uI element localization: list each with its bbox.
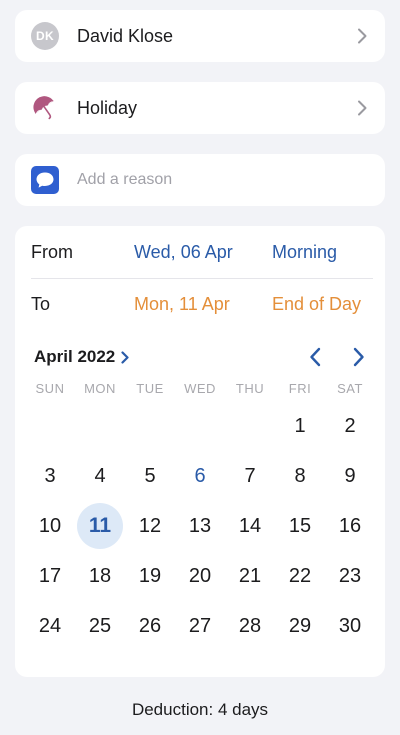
- calendar-day[interactable]: 2: [325, 401, 375, 451]
- calendar-day[interactable]: 22: [275, 551, 325, 601]
- day-number: 3: [44, 464, 56, 487]
- calendar-day[interactable]: 27: [175, 601, 225, 651]
- from-label: From: [31, 241, 73, 262]
- calendar-day[interactable]: 10: [25, 501, 75, 551]
- day-number: 20: [188, 564, 212, 587]
- selected-day[interactable]: 11: [75, 501, 125, 551]
- day-number: 5: [144, 464, 156, 487]
- employee-name: David Klose: [77, 25, 174, 46]
- calendar-day[interactable]: 4: [75, 451, 125, 501]
- day-number: 8: [294, 464, 306, 487]
- calendar-day[interactable]: 21: [225, 551, 275, 601]
- calendar-day[interactable]: 14: [225, 501, 275, 551]
- calendar-grid: 1 2 3 4 5 6 7 8 9 10 11 12 13 14 15 16 17 18 19 20 21 22 23 24 2…: [25, 401, 375, 651]
- calendar-day[interactable]: 8: [275, 451, 325, 501]
- calendar-day[interactable]: 19: [125, 551, 175, 601]
- day-number: 13: [188, 514, 212, 537]
- calendar-header: April 2022: [34, 343, 369, 371]
- calendar-day[interactable]: 24: [25, 601, 75, 651]
- next-month-button[interactable]: [349, 346, 369, 368]
- day-number: 26: [138, 614, 162, 637]
- calendar-day[interactable]: 18: [75, 551, 125, 601]
- to-row[interactable]: To Mon, 11 Apr End of Day: [31, 278, 373, 330]
- chevron-right-icon: [355, 99, 369, 117]
- calendar-day[interactable]: 30: [325, 601, 375, 651]
- day-number: 30: [338, 614, 362, 637]
- chevron-right-icon[interactable]: [121, 350, 129, 364]
- calendar-day[interactable]: 29: [275, 601, 325, 651]
- day-number: 7: [244, 464, 256, 487]
- umbrella-icon: [31, 94, 59, 122]
- weekday-label: FRI: [288, 381, 312, 396]
- to-label: To: [31, 293, 51, 314]
- to-date[interactable]: Mon, 11 Apr: [134, 294, 272, 315]
- deduction-summary: Deduction: 4 days: [131, 700, 269, 719]
- employee-row[interactable]: DK David Klose: [15, 10, 385, 62]
- day-number: 14: [238, 514, 262, 537]
- calendar-day[interactable]: 28: [225, 601, 275, 651]
- day-number: 22: [288, 564, 312, 587]
- avatar: DK: [31, 22, 59, 50]
- message-icon: [31, 166, 59, 194]
- day-number: 12: [138, 514, 162, 537]
- weekday-label: TUE: [136, 381, 164, 396]
- weekday-header: SUN MON TUE WED THU FRI SAT: [25, 381, 375, 396]
- day-number: 18: [88, 564, 112, 587]
- weekday-label: SUN: [35, 381, 65, 396]
- from-date[interactable]: Wed, 06 Apr: [134, 242, 272, 263]
- day-number: 10: [38, 514, 62, 537]
- calendar-day[interactable]: 12: [125, 501, 175, 551]
- to-day-part[interactable]: End of Day: [272, 294, 361, 315]
- calendar-day[interactable]: 17: [25, 551, 75, 601]
- reason-input[interactable]: Add a reason: [77, 171, 172, 189]
- day-number: 15: [288, 514, 312, 537]
- day-number: 29: [288, 614, 312, 637]
- day-number: 6: [194, 464, 206, 487]
- month-title[interactable]: April 2022: [34, 347, 115, 367]
- date-range-card: From Wed, 06 Apr Morning To Mon, 11 Apr …: [15, 226, 385, 677]
- day-number: 24: [38, 614, 62, 637]
- calendar-day[interactable]: 1: [275, 401, 325, 451]
- day-number: 28: [238, 614, 262, 637]
- calendar-day[interactable]: 9: [325, 451, 375, 501]
- weekday-label: SAT: [337, 381, 363, 396]
- calendar-day[interactable]: 25: [75, 601, 125, 651]
- calendar-day[interactable]: 26: [125, 601, 175, 651]
- day-number: 19: [138, 564, 162, 587]
- day-number: 1: [294, 414, 306, 437]
- from-day-part[interactable]: Morning: [272, 242, 337, 263]
- leave-type-label: Holiday: [77, 97, 138, 118]
- calendar-day[interactable]: 23: [325, 551, 375, 601]
- calendar-day[interactable]: 13: [175, 501, 225, 551]
- weekday-label: WED: [184, 381, 216, 396]
- calendar-day[interactable]: 5: [125, 451, 175, 501]
- day-number: 21: [238, 564, 262, 587]
- weekday-label: MON: [84, 381, 116, 396]
- reason-row[interactable]: Add a reason: [15, 154, 385, 206]
- month-nav: [305, 346, 369, 368]
- day-number: 25: [88, 614, 112, 637]
- from-row[interactable]: From Wed, 06 Apr Morning: [31, 226, 373, 278]
- day-number: 2: [344, 414, 356, 437]
- day-number: 11: [88, 514, 112, 537]
- calendar-day[interactable]: 15: [275, 501, 325, 551]
- day-number: 27: [188, 614, 212, 637]
- day-number: 16: [338, 514, 362, 537]
- leave-type-row[interactable]: Holiday: [15, 82, 385, 134]
- calendar-day[interactable]: 3: [25, 451, 75, 501]
- day-number: 17: [38, 564, 62, 587]
- day-number: 4: [94, 464, 106, 487]
- calendar-day[interactable]: 7: [225, 451, 275, 501]
- chevron-right-icon: [355, 27, 369, 45]
- day-number: 23: [338, 564, 362, 587]
- day-number: 9: [344, 464, 356, 487]
- avatar-initials: DK: [36, 29, 54, 43]
- calendar-day[interactable]: 20: [175, 551, 225, 601]
- weekday-label: THU: [235, 381, 265, 396]
- calendar-day[interactable]: 16: [325, 501, 375, 551]
- previous-month-button[interactable]: [305, 346, 325, 368]
- calendar-day[interactable]: 6: [175, 451, 225, 501]
